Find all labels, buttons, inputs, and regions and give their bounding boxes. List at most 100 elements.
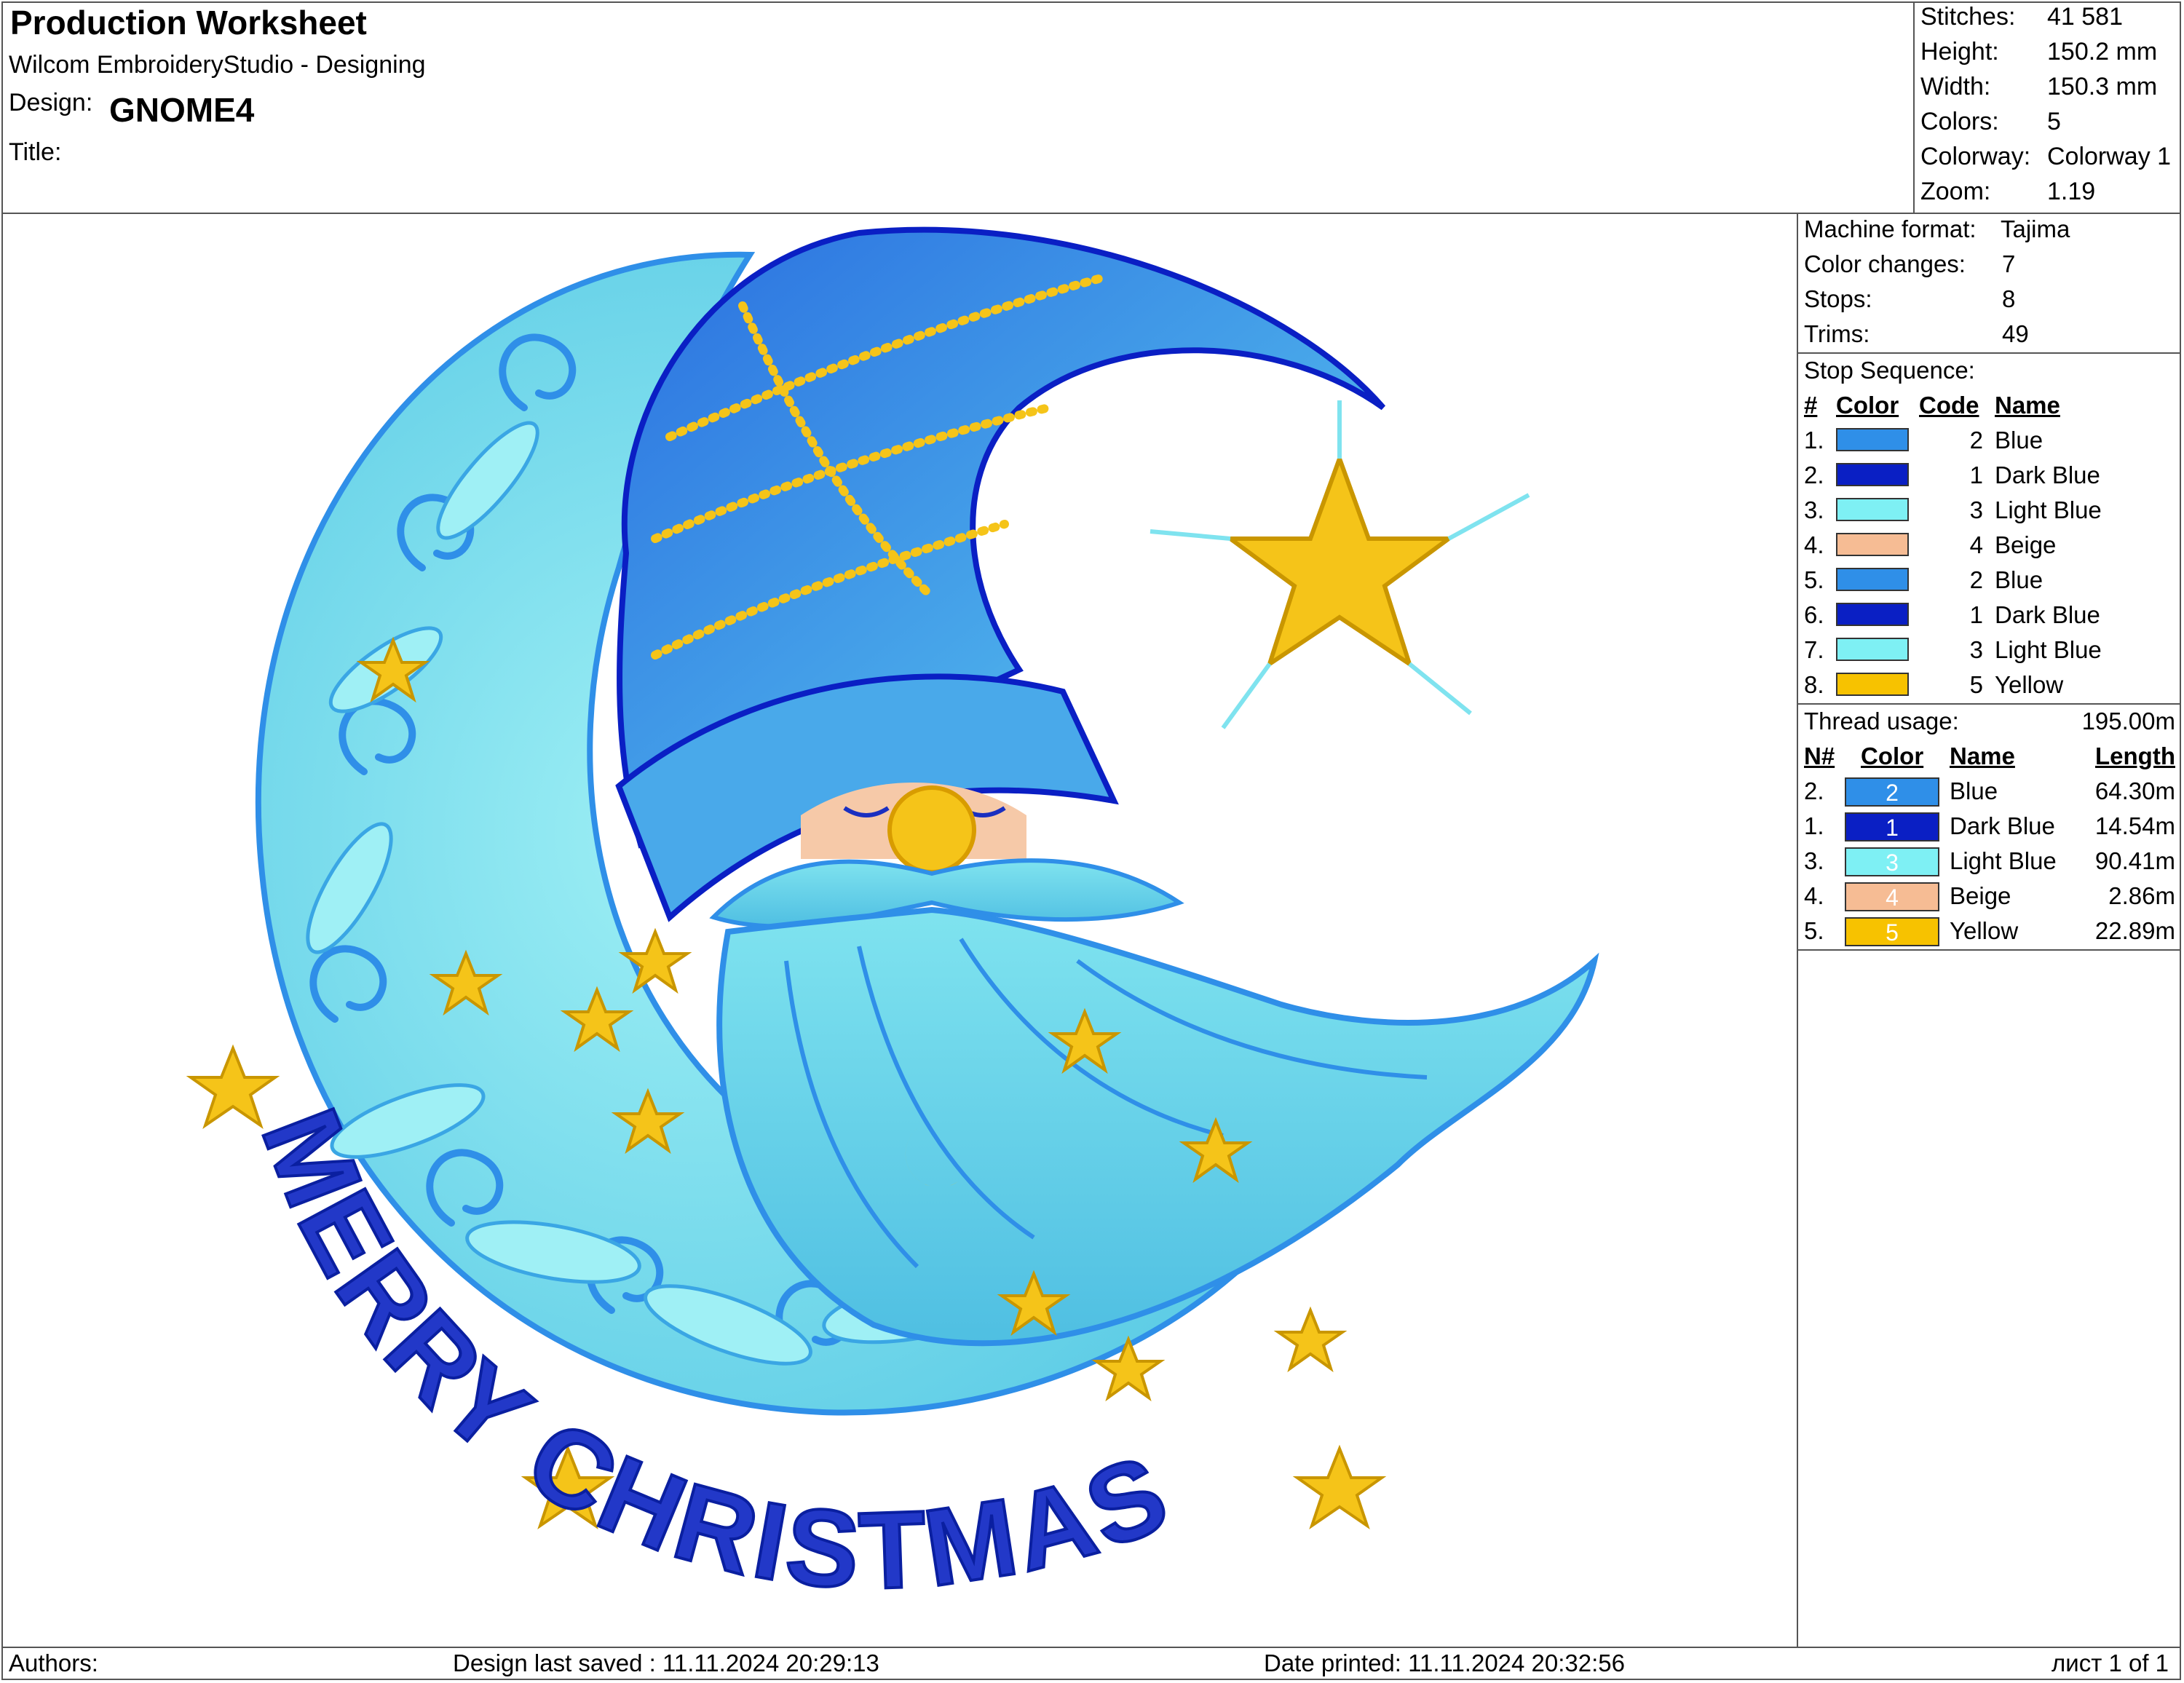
machine-label: Color changes: — [1804, 250, 1966, 277]
machine-value: 49 — [2002, 320, 2029, 347]
last-saved: Design last saved : 11.11.2024 20:29:13 — [453, 1650, 879, 1676]
thread-header-length: Length — [2095, 742, 2175, 769]
thread-row-name: Dark Blue — [1950, 812, 2055, 839]
design-name: GNOME4 — [109, 91, 255, 129]
stop-divider — [1797, 703, 2181, 705]
worksheet-title: Production Worksheet — [10, 4, 367, 41]
stop-sequence-title: Stop Sequence: — [1804, 357, 1975, 384]
thread-row-length: 22.89m — [2094, 917, 2175, 944]
summary-value: 150.3 mm — [2047, 73, 2158, 100]
design-label: Design: — [9, 89, 93, 116]
stop-header-code: Code — [1919, 392, 1979, 419]
application-name: Wilcom EmbroideryStudio - Designing — [9, 51, 426, 79]
machine-label: Trims: — [1804, 320, 1870, 347]
thread-row-num: 2. — [1804, 777, 1824, 804]
thread-row-num: 1. — [1804, 812, 1824, 839]
summary-label: Colorway: — [1920, 143, 2031, 170]
machine-label: Machine format: — [1804, 215, 1977, 242]
summary-value: 41 581 — [2047, 3, 2123, 31]
thread-divider — [1797, 949, 2181, 951]
stop-row-name: Blue — [1995, 427, 2043, 454]
summary-value: 5 — [2047, 108, 2061, 135]
stop-row-num: 5. — [1804, 566, 1824, 593]
thread-row-color-swatch: 1 — [1845, 812, 1939, 842]
machine-divider — [1797, 352, 2181, 354]
hat-tip-star — [1223, 452, 1456, 670]
gnome-beard — [716, 906, 1599, 1347]
stop-row-code: 2 — [1969, 427, 1983, 454]
stop-row-name: Yellow — [1995, 671, 2064, 698]
stop-row-code: 2 — [1969, 566, 1983, 593]
stop-row-code: 1 — [1969, 462, 1983, 488]
thread-header-num: N# — [1804, 742, 1835, 769]
stop-row-code: 1 — [1969, 601, 1983, 628]
summary-label: Zoom: — [1920, 178, 1991, 205]
stop-row-code: 4 — [1969, 531, 1983, 558]
thread-row-length: 2.86m — [2108, 882, 2175, 909]
stop-row-color-swatch — [1836, 428, 1909, 451]
thread-row-color-swatch: 4 — [1845, 882, 1939, 911]
stop-row-color-swatch — [1836, 673, 1909, 696]
stop-header-num: # — [1804, 392, 1818, 419]
stop-row-code: 3 — [1969, 496, 1983, 523]
embroidery-design-image: MERRY CHRISTMAS — [186, 226, 1599, 1614]
thread-usage-total: 195.00m — [2081, 708, 2175, 734]
thread-row-color-swatch: 5 — [1845, 917, 1939, 946]
summary-label: Stitches: — [1920, 3, 2016, 31]
machine-value: 8 — [2002, 285, 2016, 312]
stop-row-color-swatch — [1836, 603, 1909, 626]
thread-header-name: Name — [1950, 742, 2015, 769]
stop-row-num: 8. — [1804, 671, 1824, 698]
authors-label: Authors: — [9, 1650, 98, 1676]
thread-row-color-swatch: 3 — [1845, 847, 1939, 876]
stop-row-color-swatch — [1836, 498, 1909, 521]
stop-row-name: Light Blue — [1995, 496, 2102, 523]
stop-row-name: Beige — [1995, 531, 2057, 558]
title-label: Title: — [9, 138, 62, 166]
stop-row-code: 5 — [1969, 671, 1983, 698]
thread-row-name: Beige — [1950, 882, 2011, 909]
stop-header-color: Color — [1836, 392, 1899, 419]
footer-divider — [1, 1647, 2181, 1648]
gnome-nose — [887, 785, 976, 874]
thread-row-length: 64.30m — [2094, 777, 2175, 804]
stop-row-color-swatch — [1836, 463, 1909, 486]
summary-divider — [1913, 1, 1915, 214]
stop-row-name: Light Blue — [1995, 636, 2102, 663]
stop-row-color-swatch — [1836, 638, 1909, 661]
thread-row-name: Yellow — [1950, 917, 2019, 944]
stop-row-color-swatch — [1836, 533, 1909, 556]
summary-label: Width: — [1920, 73, 1991, 100]
machine-value: Tajima — [2001, 215, 2070, 242]
thread-row-name: Light Blue — [1950, 847, 2057, 874]
right-panel-divider — [1797, 213, 1798, 1647]
stop-row-num: 3. — [1804, 496, 1824, 523]
summary-label: Colors: — [1920, 108, 1999, 135]
summary-value: 150.2 mm — [2047, 38, 2158, 66]
stop-row-num: 2. — [1804, 462, 1824, 488]
summary-label: Height: — [1920, 38, 1999, 66]
stop-row-name: Dark Blue — [1995, 601, 2100, 628]
thread-usage-title: Thread usage: — [1804, 708, 1959, 734]
stop-row-code: 3 — [1969, 636, 1983, 663]
page-number: лист 1 of 1 — [2052, 1650, 2169, 1676]
stop-row-name: Dark Blue — [1995, 462, 2100, 488]
thread-row-num: 4. — [1804, 882, 1824, 909]
summary-value: Colorway 1 — [2047, 143, 2172, 170]
stop-row-num: 4. — [1804, 531, 1824, 558]
thread-row-length: 14.54m — [2094, 812, 2175, 839]
stop-row-num: 6. — [1804, 601, 1824, 628]
stop-row-color-swatch — [1836, 568, 1909, 591]
thread-header-color: Color — [1861, 742, 1924, 769]
stop-header-name: Name — [1995, 392, 2060, 419]
thread-row-length: 90.41m — [2094, 847, 2175, 874]
thread-row-num: 5. — [1804, 917, 1824, 944]
header-divider — [1, 213, 2181, 214]
machine-value: 7 — [2002, 250, 2016, 277]
thread-row-num: 3. — [1804, 847, 1824, 874]
machine-label: Stops: — [1804, 285, 1872, 312]
summary-value: 1.19 — [2047, 178, 2096, 205]
stop-row-name: Blue — [1995, 566, 2043, 593]
thread-row-name: Blue — [1950, 777, 1998, 804]
date-printed: Date printed: 11.11.2024 20:32:56 — [1264, 1650, 1625, 1676]
